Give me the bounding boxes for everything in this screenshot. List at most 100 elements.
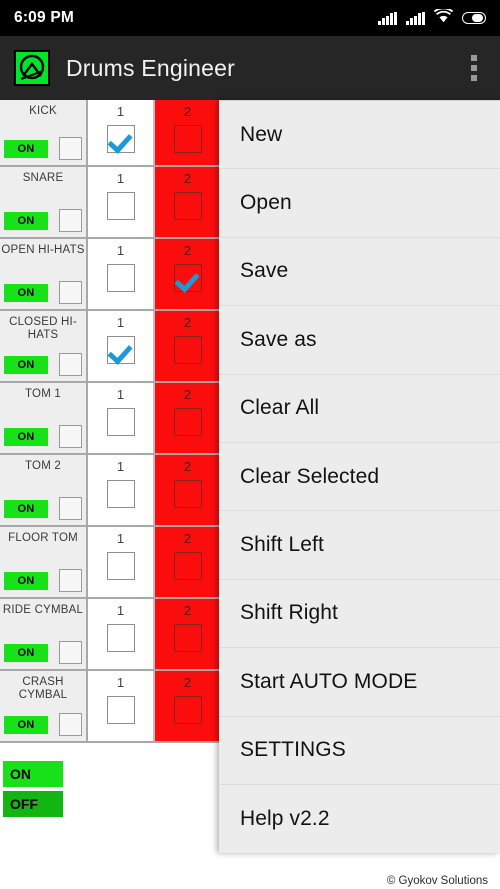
step-cell[interactable]: 1	[88, 671, 155, 741]
step-checkbox[interactable]	[106, 192, 135, 220]
step-number: 2	[183, 243, 192, 258]
page-title: Drums Engineer	[66, 54, 235, 81]
drum-on-toggle[interactable]: ON	[4, 139, 48, 158]
play-off-button[interactable]: OFF	[3, 791, 63, 817]
drum-select-checkbox[interactable]	[59, 497, 82, 520]
menu-item-help-v2-2[interactable]: Help v2.2	[219, 785, 500, 853]
step-checkbox[interactable]	[173, 696, 202, 724]
step-checkbox[interactable]	[173, 264, 202, 292]
drum-row-controls: ON	[4, 281, 82, 304]
step-checkbox[interactable]	[106, 552, 135, 580]
step-checkbox[interactable]	[106, 624, 135, 652]
step-cell[interactable]: 2	[155, 239, 222, 309]
drum-on-toggle[interactable]: ON	[4, 283, 48, 302]
drum-on-toggle[interactable]: ON	[4, 355, 48, 374]
drums-engineer-logo-icon	[14, 50, 50, 86]
drum-on-toggle[interactable]: ON	[4, 715, 48, 734]
step-cell[interactable]: 1	[88, 239, 155, 309]
drum-on-toggle[interactable]: ON	[4, 643, 48, 662]
step-cell[interactable]: 2	[155, 167, 222, 237]
drum-name-label: RIDE CYMBAL	[2, 604, 84, 616]
drum-on-toggle[interactable]: ON	[4, 571, 48, 590]
drum-name-label: CLOSED HI-HATS	[9, 316, 77, 341]
drum-select-checkbox[interactable]	[59, 281, 82, 304]
drum-on-toggle[interactable]: ON	[4, 499, 48, 518]
drum-select-checkbox[interactable]	[59, 569, 82, 592]
drum-select-checkbox[interactable]	[59, 641, 82, 664]
drum-on-toggle[interactable]: ON	[4, 427, 48, 446]
step-number: 1	[116, 675, 125, 690]
drum-name-cell: TOM 1 ON	[0, 383, 88, 453]
step-cell[interactable]: 2	[155, 455, 222, 525]
drum-select-checkbox[interactable]	[59, 209, 82, 232]
step-cell[interactable]: 2	[155, 100, 222, 165]
menu-item-settings[interactable]: SETTINGS	[219, 717, 500, 785]
step-checkbox[interactable]	[106, 480, 135, 508]
drum-select-checkbox[interactable]	[59, 425, 82, 448]
step-cell[interactable]: 2	[155, 671, 222, 741]
menu-item-clear-all[interactable]: Clear All	[219, 375, 500, 443]
step-checkbox[interactable]	[106, 125, 135, 153]
step-number: 1	[116, 104, 125, 119]
step-checkbox[interactable]	[173, 192, 202, 220]
step-checkbox[interactable]	[106, 696, 135, 724]
kebab-menu-icon[interactable]	[465, 49, 483, 87]
step-cell[interactable]: 2	[155, 527, 222, 597]
menu-item-save-as[interactable]: Save as	[219, 306, 500, 375]
step-cell[interactable]: 2	[155, 311, 222, 381]
drum-select-checkbox[interactable]	[59, 353, 82, 376]
step-checkbox[interactable]	[173, 336, 202, 364]
menu-item-start-auto-mode[interactable]: Start AUTO MODE	[219, 648, 500, 717]
step-checkbox[interactable]	[173, 408, 202, 436]
step-number: 2	[183, 675, 192, 690]
menu-item-save[interactable]: Save	[219, 238, 500, 307]
menu-item-new[interactable]: New	[219, 101, 500, 170]
menu-item-open[interactable]: Open	[219, 169, 500, 238]
step-checkbox[interactable]	[173, 125, 202, 153]
step-cell[interactable]: 2	[155, 599, 222, 669]
menu-item-clear-selected[interactable]: Clear Selected	[219, 443, 500, 512]
drum-row-controls: ON	[4, 425, 82, 448]
step-checkbox[interactable]	[173, 552, 202, 580]
menu-item-shift-right[interactable]: Shift Right	[219, 580, 500, 649]
menu-item-shift-left[interactable]: Shift Left	[219, 511, 500, 580]
step-number: 1	[116, 243, 125, 258]
step-cell[interactable]: 1	[88, 383, 155, 453]
step-checkbox[interactable]	[173, 624, 202, 652]
app-bar: Drums Engineer	[0, 36, 500, 100]
step-checkbox[interactable]	[106, 336, 135, 364]
step-checkbox[interactable]	[173, 480, 202, 508]
drum-name-label: TOM 2	[25, 460, 61, 472]
step-cell[interactable]: 1	[88, 455, 155, 525]
drum-name-cell: CRASH CYMBAL ON	[0, 671, 88, 741]
overflow-menu[interactable]: New Open Save Save as Clear All Clear Selecte…	[219, 100, 500, 853]
status-bar-clock: 6:09 PM	[14, 9, 74, 26]
drum-name-cell: FLOOR TOM ON	[0, 527, 88, 597]
step-checkbox[interactable]	[106, 264, 135, 292]
step-cell[interactable]: 1	[88, 311, 155, 381]
step-cell[interactable]: 1	[88, 527, 155, 597]
step-cell[interactable]: 2	[155, 383, 222, 453]
drum-name-cell: SNARE ON	[0, 167, 88, 237]
drum-name-label: KICK	[29, 105, 57, 117]
drum-on-toggle[interactable]: ON	[4, 211, 48, 230]
drum-row-controls: ON	[4, 209, 82, 232]
play-on-button[interactable]: ON	[3, 761, 63, 787]
drum-select-checkbox[interactable]	[59, 713, 82, 736]
drum-row-controls: ON	[4, 569, 82, 592]
app-root: 6:09 PM Drums Engineer KICK ON 1 2 SNARE…	[0, 0, 500, 889]
drum-select-checkbox[interactable]	[59, 137, 82, 160]
step-number: 2	[183, 171, 192, 186]
step-cell[interactable]: 1	[88, 100, 155, 165]
step-number: 2	[183, 603, 192, 618]
drum-row-controls: ON	[4, 353, 82, 376]
step-number: 1	[116, 459, 125, 474]
step-number: 2	[183, 315, 192, 330]
step-cell[interactable]: 1	[88, 599, 155, 669]
drum-name-label: FLOOR TOM	[8, 532, 78, 544]
wifi-icon	[433, 6, 454, 28]
step-cell[interactable]: 1	[88, 167, 155, 237]
step-checkbox[interactable]	[106, 408, 135, 436]
battery-icon	[462, 11, 486, 25]
drum-name-label: SNARE	[22, 172, 64, 184]
